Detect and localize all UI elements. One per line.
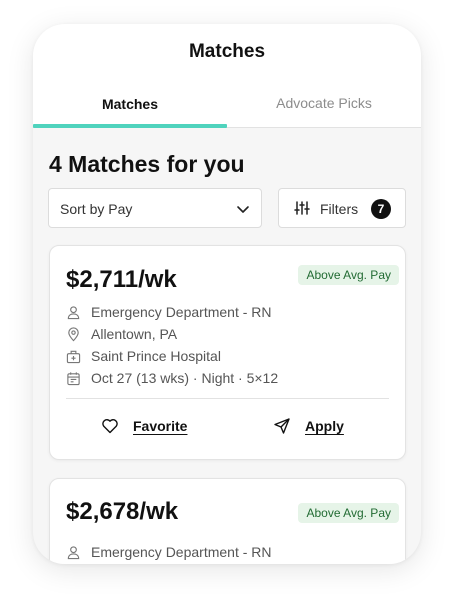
job-pay: $2,711/wk xyxy=(66,266,177,293)
filters-count-badge: 7 xyxy=(371,199,391,219)
job-specialty: Emergency Department - RN xyxy=(66,303,272,321)
job-facility: Saint Prince Hospital xyxy=(66,347,221,365)
favorite-label: Favorite xyxy=(133,418,188,434)
job-schedule: Oct 27 (13 wks) · Night · 5×12 xyxy=(66,369,278,387)
apply-button[interactable]: Apply xyxy=(273,416,344,436)
user-icon xyxy=(67,545,80,559)
job-specialty: Emergency Department - RN xyxy=(66,543,272,561)
specialty-text: Emergency Department - RN xyxy=(91,304,272,320)
heart-icon xyxy=(102,419,118,434)
results-heading: 4 Matches for you xyxy=(49,151,245,177)
specialty-text: Emergency Department - RN xyxy=(91,544,272,560)
apply-label: Apply xyxy=(305,418,344,434)
sort-label: Sort by Pay xyxy=(60,201,133,217)
job-card[interactable]: $2,678/wk Above Avg. Pay Emergency Depar… xyxy=(49,478,406,564)
chevron-down-icon xyxy=(237,206,249,213)
send-icon xyxy=(274,418,290,434)
job-card[interactable]: $2,711/wk Above Avg. Pay Emergency Depar… xyxy=(49,245,406,460)
filters-label: Filters xyxy=(320,201,359,217)
sort-dropdown[interactable]: Sort by Pay xyxy=(48,188,262,228)
active-tab-indicator xyxy=(33,124,227,128)
favorite-button[interactable]: Favorite xyxy=(101,416,187,436)
job-pay: $2,678/wk xyxy=(66,498,179,525)
calendar-icon xyxy=(67,371,80,385)
page-title: Matches xyxy=(188,41,266,62)
job-location: Allentown, PA xyxy=(66,325,177,343)
location-text: Allentown, PA xyxy=(91,326,178,342)
schedule-text: Oct 27 (13 wks) · Night · 5×12 xyxy=(91,370,279,386)
facility-text: Saint Prince Hospital xyxy=(91,348,221,364)
sliders-icon xyxy=(294,201,310,215)
tab-advocate-picks[interactable]: Advocate Picks xyxy=(227,95,421,127)
filters-button[interactable]: Filters 7 xyxy=(278,188,406,228)
top-bar: Matches Matches Advocate Picks xyxy=(33,24,421,128)
pay-badge: Above Avg. Pay xyxy=(298,265,399,285)
hospital-icon xyxy=(66,350,81,363)
card-divider xyxy=(66,398,389,399)
phone-frame: Matches Matches Advocate Picks 4 Matches… xyxy=(33,24,421,564)
pay-badge: Above Avg. Pay xyxy=(298,503,399,523)
location-pin-icon xyxy=(68,326,79,341)
user-icon xyxy=(67,305,80,319)
